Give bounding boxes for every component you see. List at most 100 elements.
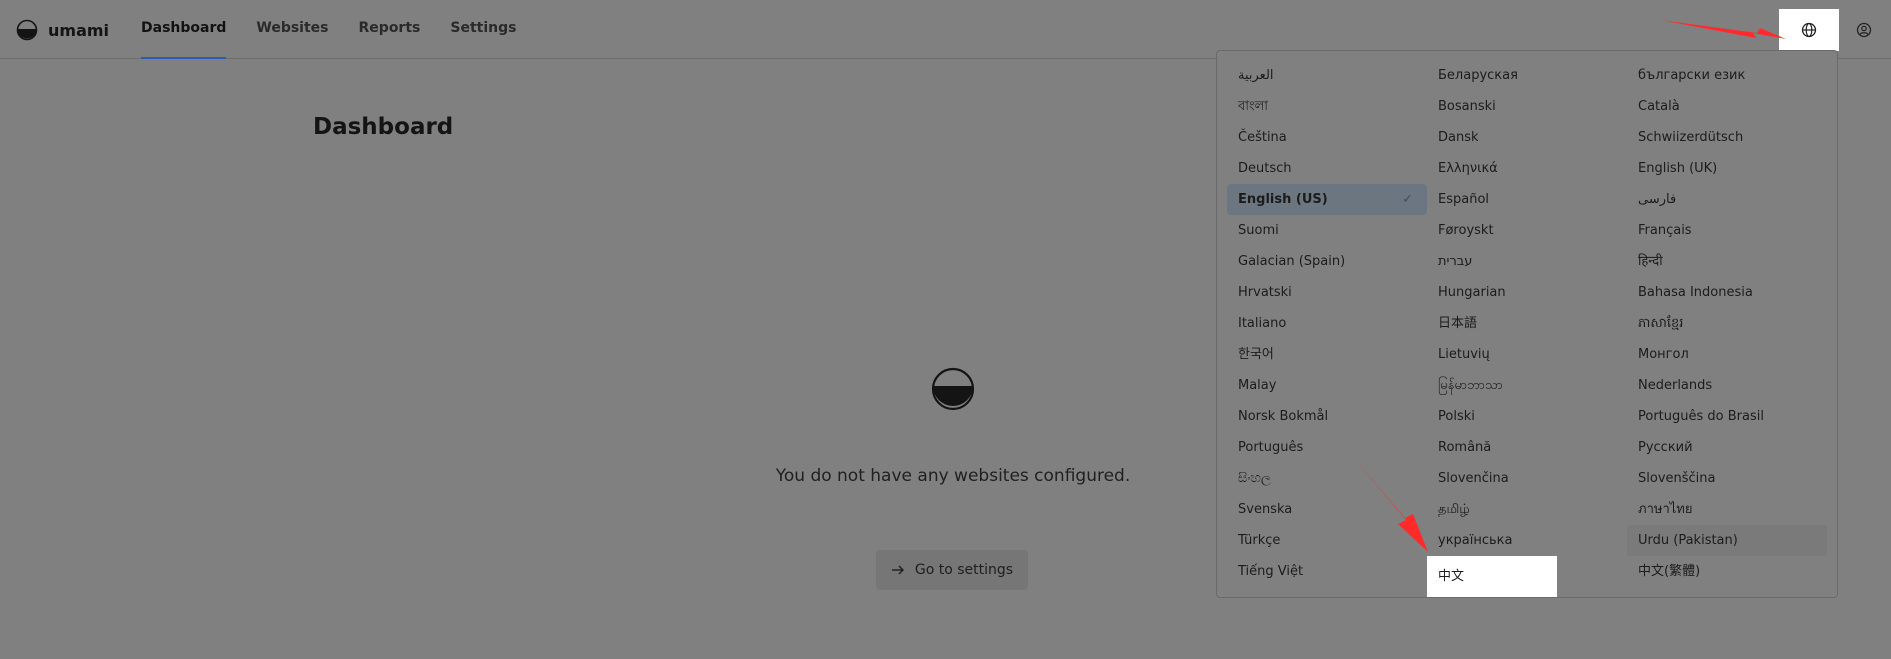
- language-option-label: Tiếng Việt: [1238, 564, 1304, 579]
- language-option-label: Português: [1238, 440, 1304, 455]
- language-option-label: Bahasa Indonesia: [1638, 285, 1753, 300]
- language-option[interactable]: Slovenčina: [1427, 463, 1627, 494]
- language-option-label: Français: [1638, 223, 1692, 238]
- language-option-label: العربية: [1238, 68, 1274, 83]
- language-option[interactable]: Bahasa Indonesia: [1627, 277, 1827, 308]
- language-option-selected[interactable]: English (US) ✓: [1227, 184, 1427, 215]
- nav-settings[interactable]: Settings: [450, 0, 516, 59]
- language-option-label: Malay: [1238, 378, 1277, 393]
- user-circle-icon: [1856, 22, 1872, 38]
- language-option[interactable]: Suomi: [1227, 215, 1427, 246]
- page-title: Dashboard: [313, 114, 454, 140]
- language-option[interactable]: Português: [1227, 432, 1427, 463]
- language-button[interactable]: [1779, 9, 1839, 51]
- language-option[interactable]: עברית: [1427, 246, 1627, 277]
- language-option[interactable]: Føroyskt: [1427, 215, 1627, 246]
- language-option[interactable]: فارسی: [1627, 184, 1827, 215]
- language-option[interactable]: Schwiizerdütsch: [1627, 122, 1827, 153]
- language-option-label: Монгол: [1638, 347, 1689, 362]
- language-option[interactable]: Română: [1427, 432, 1627, 463]
- language-option-label: Galacian (Spain): [1238, 254, 1346, 269]
- language-option[interactable]: Italiano: [1227, 308, 1427, 339]
- language-option[interactable]: ភាសាខ្មែរ: [1627, 308, 1827, 339]
- language-option-label: বাংলা: [1238, 99, 1269, 114]
- go-to-settings-button[interactable]: Go to settings: [876, 550, 1028, 590]
- language-option-label: हिन्दी: [1638, 254, 1663, 269]
- language-option[interactable]: বাংলা: [1227, 91, 1427, 122]
- language-option[interactable]: Hungarian: [1427, 277, 1627, 308]
- language-option[interactable]: Bosanski: [1427, 91, 1627, 122]
- language-list: العربية Беларуская български език বাংলা Bosa…: [1227, 60, 1837, 597]
- language-option[interactable]: မြန်မာဘာသာ: [1427, 370, 1627, 401]
- language-option[interactable]: Português do Brasil: [1627, 401, 1827, 432]
- language-option[interactable]: English (UK): [1627, 153, 1827, 184]
- language-option[interactable]: Dansk: [1427, 122, 1627, 153]
- language-option[interactable]: Galacian (Spain): [1227, 246, 1427, 277]
- language-option[interactable]: සිංහල: [1227, 463, 1427, 494]
- nav-dashboard[interactable]: Dashboard: [141, 0, 227, 59]
- language-option[interactable]: Русский: [1627, 432, 1827, 463]
- language-option[interactable]: Nederlands: [1627, 370, 1827, 401]
- language-option[interactable]: Español: [1427, 184, 1627, 215]
- language-option-label: Urdu (Pakistan): [1638, 533, 1738, 548]
- language-option[interactable]: Ελληνικά: [1427, 153, 1627, 184]
- app-logo[interactable]: umami: [16, 18, 109, 42]
- empty-state-message: You do not have any websites configured.: [775, 466, 1131, 486]
- language-option-label: ภาษาไทย: [1638, 502, 1693, 517]
- language-option-label: Hrvatski: [1238, 285, 1292, 300]
- arrow-right-icon: [891, 565, 904, 575]
- language-option[interactable]: العربية: [1227, 60, 1427, 91]
- main-nav: Dashboard Websites Reports Settings: [141, 0, 546, 59]
- language-option-label: فارسی: [1638, 192, 1677, 207]
- language-option[interactable]: हिन्दी: [1627, 246, 1827, 277]
- language-option[interactable]: Tiếng Việt: [1227, 556, 1427, 587]
- language-option-label: தமிழ்: [1438, 502, 1470, 517]
- language-option-label: Schwiizerdütsch: [1638, 130, 1744, 145]
- globe-icon: [1801, 22, 1817, 38]
- language-option[interactable]: Беларуская: [1427, 60, 1627, 91]
- language-option[interactable]: українська: [1427, 525, 1627, 556]
- language-option-label: Norsk Bokmål: [1238, 409, 1329, 424]
- language-option-label: Slovenčina: [1438, 471, 1509, 486]
- language-option[interactable]: 日本語: [1427, 308, 1627, 339]
- language-option[interactable]: Norsk Bokmål: [1227, 401, 1427, 432]
- profile-button[interactable]: [1850, 16, 1878, 44]
- language-option[interactable]: 中文(繁體): [1627, 556, 1827, 587]
- language-option-label: български език: [1638, 68, 1746, 83]
- app-name: umami: [48, 20, 110, 40]
- language-option[interactable]: Lietuvių: [1427, 339, 1627, 370]
- language-option[interactable]: български език: [1627, 60, 1827, 91]
- nav-websites[interactable]: Websites: [256, 0, 328, 59]
- language-option-label: Dansk: [1438, 130, 1479, 145]
- language-option[interactable]: Malay: [1227, 370, 1427, 401]
- language-option[interactable]: Čeština: [1227, 122, 1427, 153]
- language-option-label: English (UK): [1638, 161, 1718, 176]
- language-option-label: українська: [1438, 533, 1513, 548]
- language-option-hovered[interactable]: Urdu (Pakistan): [1627, 525, 1827, 556]
- umami-empty-icon: [931, 367, 975, 411]
- language-option-label: Slovenščina: [1638, 471, 1716, 486]
- language-option-label: Italiano: [1238, 316, 1287, 331]
- language-option[interactable]: Slovenščina: [1627, 463, 1827, 494]
- language-option-highlighted[interactable]: 中文: [1427, 556, 1557, 597]
- language-option[interactable]: Hrvatski: [1227, 277, 1427, 308]
- language-option[interactable]: 한국어: [1227, 339, 1427, 370]
- language-option[interactable]: தமிழ்: [1427, 494, 1627, 525]
- language-option-label: Nederlands: [1638, 378, 1713, 393]
- language-option-label: 中文: [1438, 569, 1465, 584]
- language-option-label: English (US): [1238, 192, 1328, 207]
- language-option-label: עברית: [1438, 254, 1473, 269]
- language-option[interactable]: ภาษาไทย: [1627, 494, 1827, 525]
- language-option[interactable]: Polski: [1427, 401, 1627, 432]
- language-menu: العربية Беларуская български език বাংলা Bosa…: [1216, 50, 1838, 598]
- language-option-label: Føroyskt: [1438, 223, 1494, 238]
- nav-reports[interactable]: Reports: [359, 0, 421, 59]
- language-option-label: Беларуская: [1438, 68, 1518, 83]
- language-option[interactable]: Svenska: [1227, 494, 1427, 525]
- language-option[interactable]: Монгол: [1627, 339, 1827, 370]
- language-option[interactable]: Deutsch: [1227, 153, 1427, 184]
- language-option[interactable]: Türkçe: [1227, 525, 1427, 556]
- language-option-label: Svenska: [1238, 502, 1293, 517]
- language-option[interactable]: Català: [1627, 91, 1827, 122]
- language-option[interactable]: Français: [1627, 215, 1827, 246]
